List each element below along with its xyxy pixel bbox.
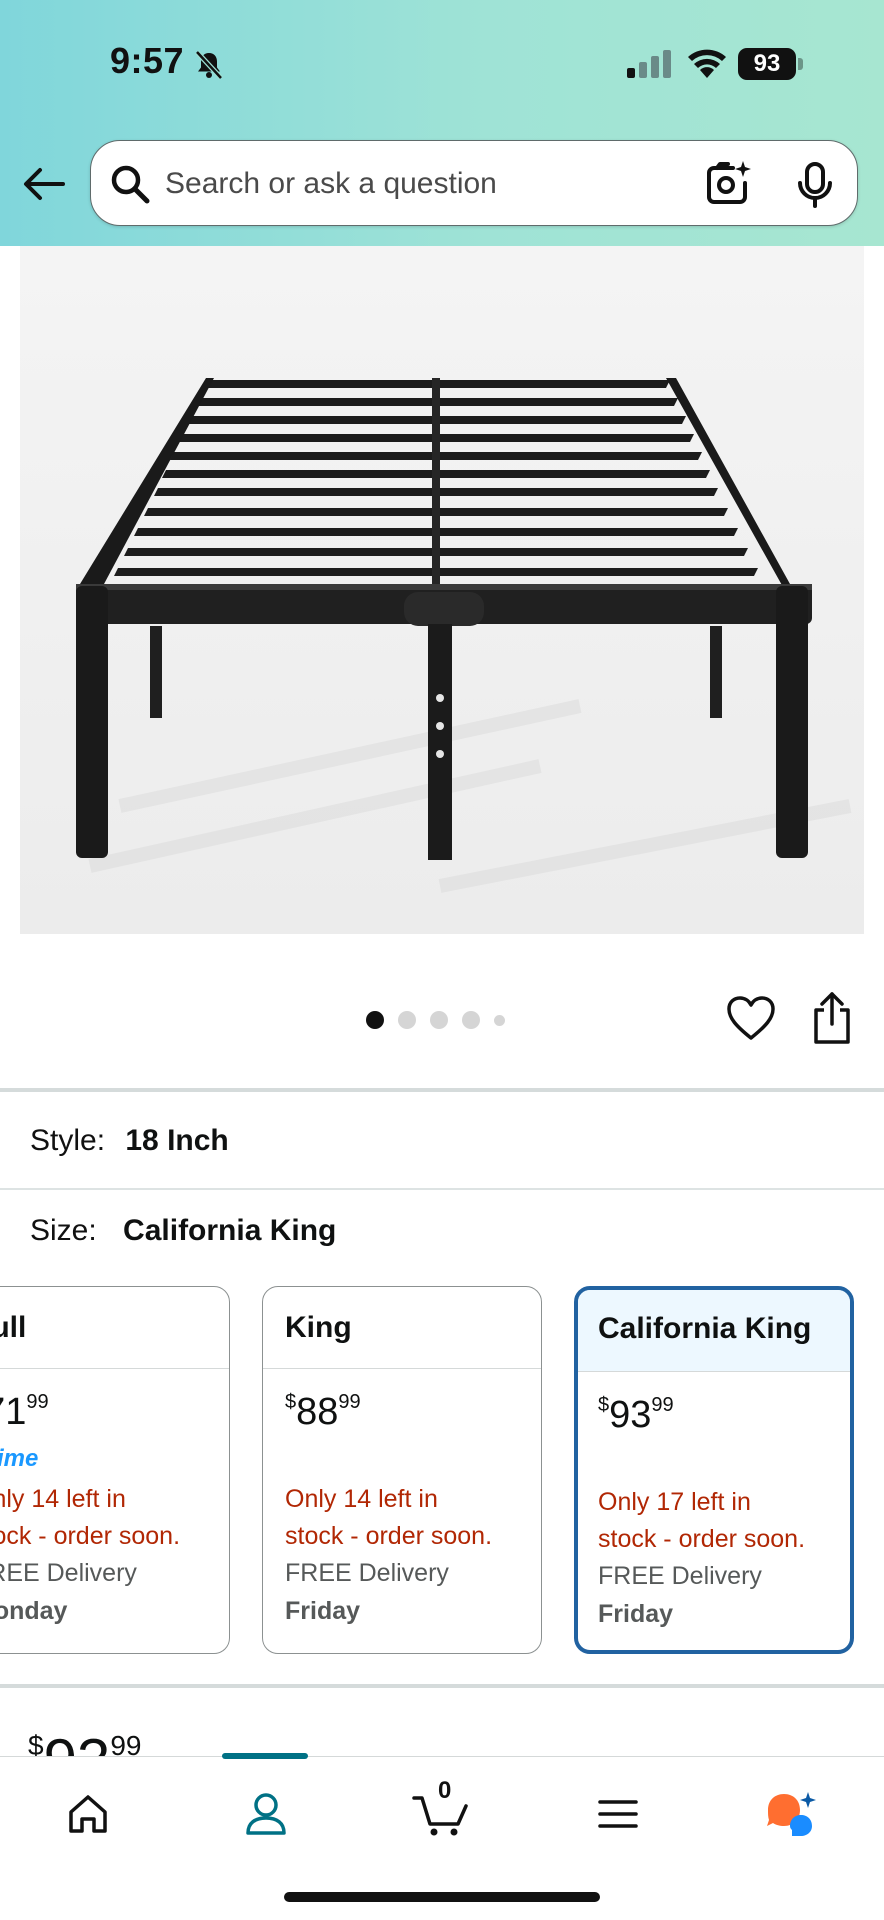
size-option-price: $9399 — [598, 1394, 674, 1436]
app-header: 9:57 93 — [0, 0, 884, 246]
size-option-price: $8899 — [285, 1391, 361, 1433]
back-button[interactable] — [20, 160, 68, 208]
cellular-signal-icon — [627, 50, 671, 78]
size-option-name: California King — [578, 1290, 850, 1372]
tab-home[interactable] — [48, 1779, 128, 1849]
delivery-day: Friday — [285, 1597, 361, 1625]
tab-menu[interactable] — [578, 1779, 658, 1849]
delivery-day: Friday — [598, 1600, 674, 1628]
tab-rufus-assistant[interactable] — [752, 1779, 832, 1849]
arrow-left-icon — [24, 168, 65, 200]
size-options-carousel[interactable]: Full $7199 prime Only 14 left instock - … — [0, 1286, 884, 1654]
cart-count-badge: 0 — [438, 1777, 452, 1804]
size-option-card[interactable]: Full $7199 prime Only 14 left instock - … — [0, 1286, 230, 1654]
row-divider — [0, 1188, 884, 1190]
user-icon — [246, 1793, 286, 1835]
stock-warning: Only 14 left instock - order soon. — [0, 1485, 181, 1550]
pagination-dot[interactable] — [366, 1011, 384, 1029]
stock-warning: Only 14 left instock - order soon. — [285, 1485, 493, 1550]
menu-icon — [598, 1800, 638, 1828]
heart-icon[interactable] — [726, 994, 776, 1044]
size-option-card[interactable]: King $8899 Only 14 left in stock - order … — [262, 1286, 542, 1654]
pagination-dot[interactable] — [462, 1011, 480, 1029]
pagination-dot[interactable] — [398, 1011, 416, 1029]
size-selector: Size: California King — [30, 1214, 336, 1248]
bell-muted-icon — [195, 50, 223, 80]
stock-warning: Only 17 left in stock - order soon. — [598, 1488, 806, 1553]
battery-indicator: 93 — [738, 48, 796, 80]
section-divider — [0, 1088, 884, 1092]
tab-account[interactable] — [226, 1779, 306, 1849]
assistant-chat-icon — [767, 1792, 816, 1836]
delivery-text: FREE Delivery — [285, 1559, 449, 1587]
size-option-price: $7199 — [0, 1391, 49, 1433]
size-label: Size: — [30, 1214, 97, 1247]
home-icon — [69, 1795, 107, 1833]
prime-badge: prime — [0, 1445, 39, 1472]
pagination-dot[interactable] — [494, 1014, 505, 1026]
camera-sparkle-icon[interactable] — [703, 159, 753, 209]
size-option-name: Full — [0, 1287, 229, 1369]
delivery-text: FREE Delivery — [0, 1559, 137, 1587]
style-selector: Style: 18 Inch — [30, 1124, 229, 1158]
section-divider — [0, 1684, 884, 1688]
active-tab-indicator — [222, 1753, 308, 1759]
status-time: 9:57 — [110, 40, 185, 81]
delivery-text: FREE Delivery — [598, 1562, 762, 1590]
search-input[interactable] — [165, 159, 665, 209]
home-indicator — [284, 1892, 600, 1902]
delivery-day: Monday — [0, 1597, 68, 1625]
share-icon[interactable] — [808, 990, 856, 1046]
tab-cart[interactable]: 0 — [402, 1777, 482, 1849]
style-label: Style: — [30, 1124, 106, 1157]
style-value: 18 Inch — [125, 1124, 229, 1157]
image-pagination-dots[interactable] — [366, 1010, 505, 1030]
bed-frame-image — [20, 246, 864, 934]
pagination-dot[interactable] — [430, 1011, 448, 1029]
battery-nub — [798, 58, 803, 70]
wifi-icon — [688, 49, 726, 78]
size-option-card-selected[interactable]: California King $9399 Only 17 left in sto… — [574, 1286, 854, 1654]
search-icon — [111, 165, 150, 204]
search-bar[interactable] — [90, 140, 858, 226]
microphone-icon[interactable] — [795, 161, 835, 209]
size-option-name: King — [263, 1287, 541, 1369]
size-value: California King — [123, 1214, 337, 1247]
product-image[interactable] — [20, 246, 864, 934]
